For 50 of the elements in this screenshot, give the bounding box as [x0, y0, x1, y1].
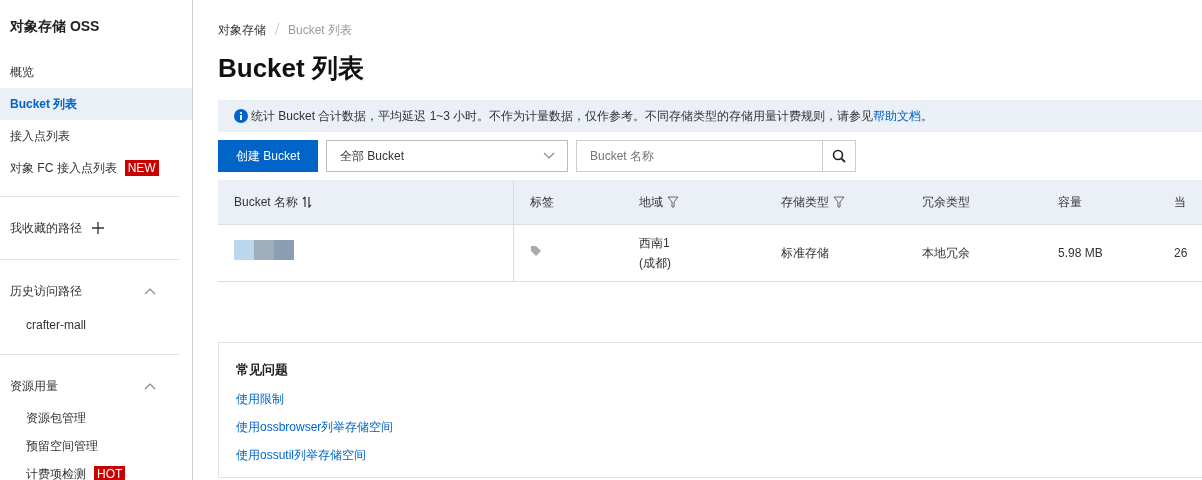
expand-icon[interactable]: [543, 152, 555, 160]
sidebar-item[interactable]: Bucket 列表: [0, 88, 192, 120]
column-header: 当: [1158, 180, 1202, 225]
info-icon: [234, 109, 248, 123]
notice-text: 统计 Bucket 合计数据，平均延迟 1~3 小时。不作为计量数据，仅作参考。不同存储类型的存储用量计费规则，请参见帮助文档。: [251, 107, 934, 125]
filter-icon[interactable]: [667, 196, 679, 209]
faq-link[interactable]: 使用限制: [236, 389, 1202, 417]
faq-link[interactable]: 使用ossutil列举存储空间: [236, 445, 1202, 473]
hot-badge: HOT: [94, 466, 126, 480]
sort-icon[interactable]: [302, 196, 313, 209]
faq-link[interactable]: 使用ossbrowser列举存储空间: [236, 417, 1202, 445]
breadcrumb-item[interactable]: 对象存储: [218, 22, 266, 39]
section-title[interactable]: 资源用量: [10, 378, 58, 393]
collapse-icon[interactable]: [144, 382, 156, 390]
bucket-filter-dropdown[interactable]: 全部 Bucket: [326, 140, 568, 172]
page-title: Bucket 列表: [218, 52, 365, 85]
sidebar-item[interactable]: crafter-mall: [0, 309, 180, 341]
faq-title: 常见问题: [236, 361, 289, 379]
sidebar-item[interactable]: 计费项检测 HOT: [0, 460, 180, 480]
section-title[interactable]: 历史访问路径: [10, 283, 82, 298]
section-title[interactable]: 我收藏的路径: [10, 220, 82, 235]
tag-icon[interactable]: [529, 245, 542, 257]
column-header[interactable]: 存储类型: [765, 180, 906, 225]
new-badge: NEW: [124, 160, 159, 176]
table-cell: 5.98 MB: [1042, 224, 1158, 282]
breadcrumb-separator-icon: [274, 22, 280, 36]
sidebar-item[interactable]: 预留空间管理: [0, 432, 180, 460]
search-field[interactable]: Bucket 名称: [576, 140, 822, 172]
column-header: 容量: [1042, 180, 1158, 225]
collapse-icon[interactable]: [144, 287, 156, 295]
sidebar-item[interactable]: 资源包管理: [0, 404, 180, 432]
column-header: 标签: [513, 180, 623, 225]
sidebar-item[interactable]: 接入点列表: [0, 120, 192, 152]
sidebar-item[interactable]: 对象 FC 接入点列表 NEW: [0, 152, 192, 184]
column-header: 冗余类型: [906, 180, 1042, 225]
sidebar-item[interactable]: 概览: [0, 56, 192, 88]
table-cell: 本地冗余: [906, 224, 1042, 282]
redacted-name: [234, 240, 296, 260]
column-header[interactable]: 地域: [623, 180, 765, 225]
add-icon[interactable]: [92, 222, 104, 235]
sidebar-title: 对象存储 OSS: [9, 18, 101, 36]
filter-icon[interactable]: [833, 196, 845, 209]
search-icon[interactable]: [822, 140, 856, 172]
table-cell: 西南1 (成都): [623, 224, 765, 282]
column-header[interactable]: Bucket 名称: [218, 180, 513, 225]
table-cell: 26: [1158, 224, 1202, 282]
create-bucket-button[interactable]: 创建 Bucket: [218, 140, 318, 172]
breadcrumb-item: Bucket 列表: [288, 22, 353, 39]
table-cell: 标准存储: [765, 224, 906, 282]
help-link[interactable]: 帮助文档: [873, 108, 922, 123]
